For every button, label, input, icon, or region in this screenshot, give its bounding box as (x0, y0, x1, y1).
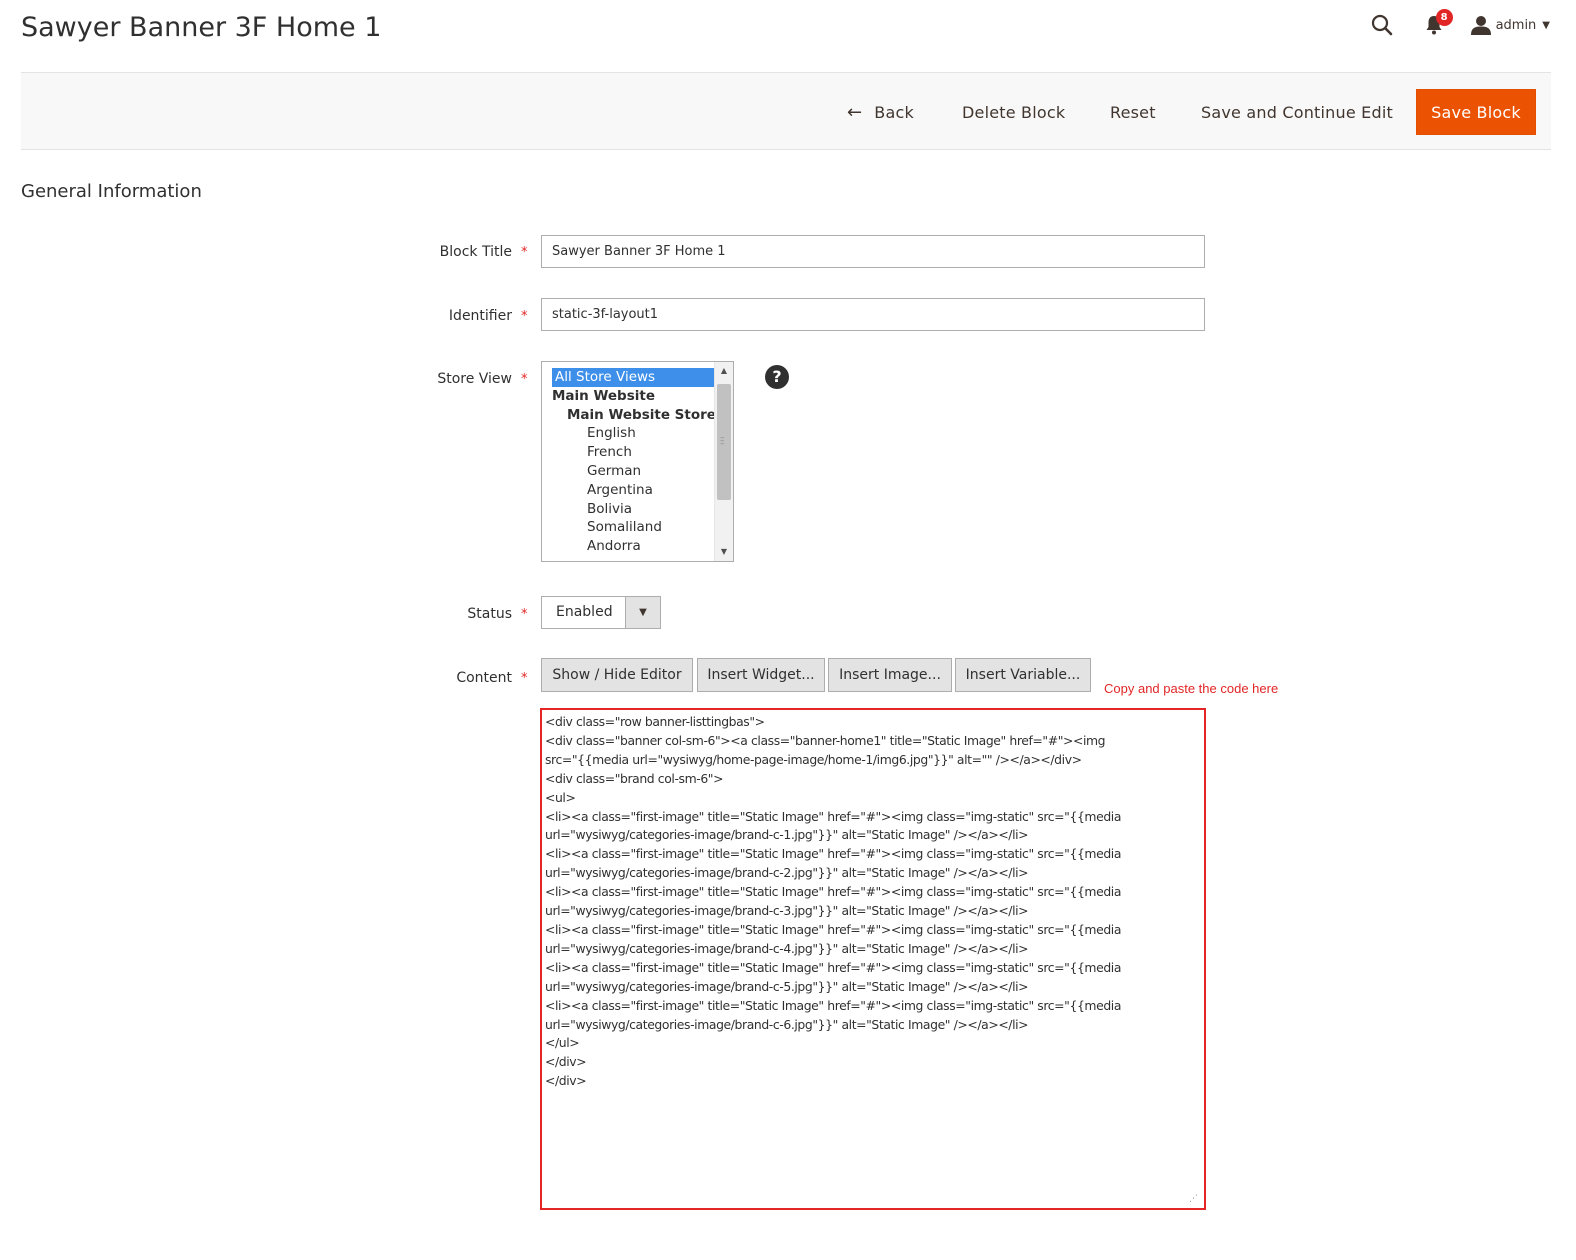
show-hide-editor-button[interactable]: Show / Hide Editor (541, 658, 693, 692)
scrollbar-thumb[interactable]: – – – (717, 384, 731, 500)
identifier-label: Identifier (448, 308, 512, 324)
store-view-option[interactable]: English (552, 424, 714, 443)
block-title-input[interactable] (541, 235, 1205, 268)
store-view-option[interactable]: Somaliland (552, 518, 714, 537)
page-actions-toolbar: ← Back Delete Block Reset Save and Conti… (21, 72, 1551, 150)
insert-widget-button[interactable]: Insert Widget... (697, 658, 825, 692)
arrow-left-icon: ← (847, 101, 863, 123)
back-button[interactable]: ← Back (847, 89, 914, 135)
status-label: Status (467, 606, 512, 622)
user-menu[interactable]: admin ▼ (1470, 15, 1550, 35)
insert-variable-button[interactable]: Insert Variable... (955, 658, 1091, 692)
user-name: admin (1495, 17, 1537, 33)
store-view-option[interactable]: Argentina (552, 481, 714, 500)
grip-icon: – – – (720, 433, 725, 449)
required-marker: * (521, 671, 528, 686)
content-textarea[interactable] (540, 708, 1206, 1210)
required-marker: * (521, 309, 528, 324)
search-icon-graphic (1371, 14, 1392, 36)
required-marker: * (521, 372, 528, 387)
delete-block-button[interactable]: Delete Block (962, 89, 1065, 135)
content-label: Content (456, 670, 512, 686)
resize-handle-icon[interactable]: ⋰ (1189, 1194, 1199, 1204)
page-title: Sawyer Banner 3F Home 1 (21, 12, 382, 43)
help-icon[interactable]: ? (765, 365, 789, 389)
store-view-option[interactable]: German (552, 462, 714, 481)
identifier-input[interactable] (541, 298, 1205, 331)
store-view-multiselect[interactable]: All Store Views Main Website Main Website … (541, 361, 734, 562)
store-view-option[interactable]: French (552, 443, 714, 462)
scroll-down-icon[interactable]: ▼ (715, 543, 733, 561)
store-view-option[interactable]: Main Website (552, 387, 714, 406)
store-view-option[interactable]: Andorra (552, 537, 714, 556)
block-title-label: Block Title (439, 244, 512, 260)
notifications-count-badge: 8 (1435, 9, 1453, 26)
insert-image-button[interactable]: Insert Image... (828, 658, 952, 692)
annotation-note: Copy and paste the code here (1104, 681, 1279, 696)
save-block-button[interactable]: Save Block (1416, 89, 1536, 135)
save-and-continue-button[interactable]: Save and Continue Edit (1201, 89, 1393, 135)
header-actions: 8 admin ▼ (1367, 8, 1550, 42)
back-button-label: Back (874, 102, 914, 122)
scroll-up-icon[interactable]: ▲ (715, 362, 733, 380)
status-selected-value: Enabled (556, 604, 613, 620)
store-view-options: All Store Views Main Website Main Website … (552, 368, 716, 556)
reset-button[interactable]: Reset (1110, 89, 1156, 135)
notifications-button[interactable]: 8 (1419, 9, 1453, 40)
store-view-scrollbar[interactable]: ▲ – – – ▼ (714, 362, 733, 561)
chevron-down-icon: ▼ (625, 597, 660, 628)
search-icon[interactable] (1367, 10, 1397, 40)
required-marker: * (521, 245, 528, 260)
status-select[interactable]: Enabled ▼ (541, 596, 661, 629)
required-marker: * (521, 607, 528, 622)
store-view-option[interactable]: Bolivia (552, 500, 714, 519)
store-view-option[interactable]: Main Website Store (552, 406, 716, 425)
chevron-down-icon: ▼ (1542, 19, 1550, 31)
section-title: General Information (21, 181, 202, 202)
store-view-label: Store View (437, 371, 512, 387)
store-view-option[interactable]: All Store Views (552, 368, 714, 387)
user-icon (1470, 16, 1491, 35)
